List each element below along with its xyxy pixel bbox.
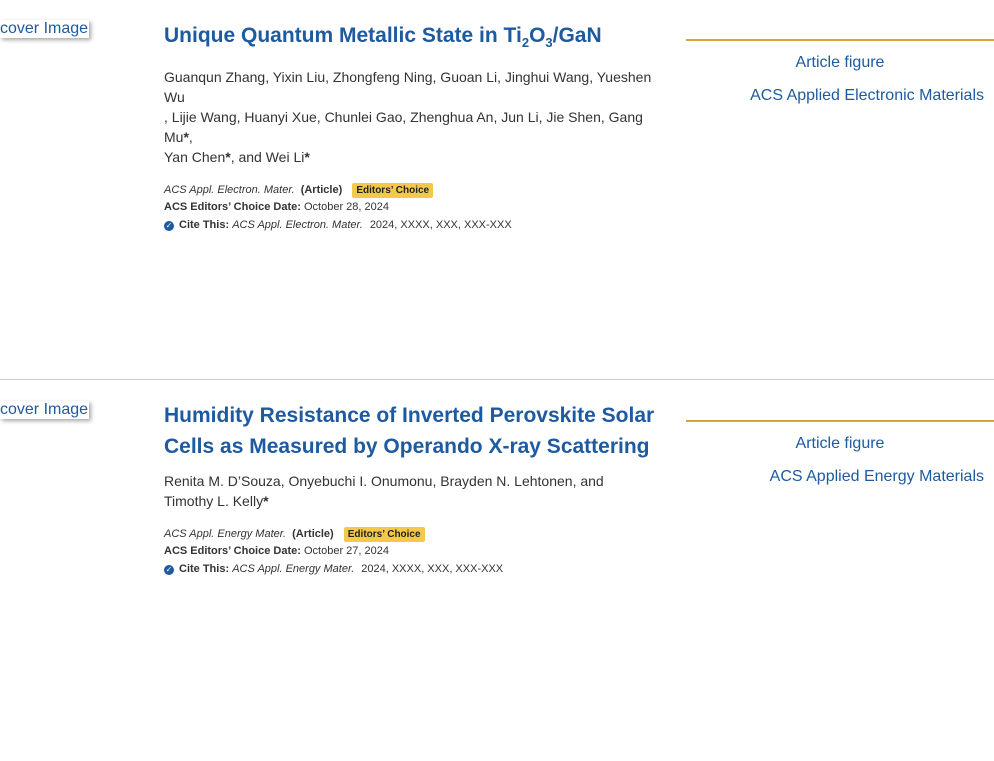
citation-line: ✓ Cite This: ACS Appl. Electron. Mater. 20…: [164, 219, 512, 231]
article-figure[interactable]: Article figure: [686, 53, 994, 73]
divider: [686, 39, 994, 41]
article-side: Article figure ACS Applied Electronic Ma…: [686, 39, 994, 106]
article-entry: cover Image Unique Quantum Metallic Stat…: [0, 0, 994, 380]
author-list: Guanqun Zhang, Yixin Liu, Zhongfeng Ning…: [164, 69, 652, 165]
editors-choice-date: ACS Editors’ Choice Date: October 28, 20…: [164, 201, 389, 213]
corresponding-author-mark: *: [263, 493, 269, 509]
author-list: Renita M. D’Souza, Onyebuchi I. Onumonu,…: [164, 473, 604, 509]
editors-choice-badge: Editors’ Choice: [343, 527, 425, 542]
cover-image[interactable]: cover Image: [0, 20, 90, 38]
article-entry: cover Image Humidity Resistance of Inver…: [0, 380, 994, 761]
journal-line: ACS Appl. Electron. Mater. (Article) Edi…: [164, 182, 664, 198]
cover-image[interactable]: cover Image: [0, 401, 90, 419]
verified-check-icon: ✓: [164, 221, 174, 231]
journal-cover-link[interactable]: ACS Applied Electronic Materials: [686, 86, 994, 106]
citation-line: ✓ Cite This: ACS Appl. Energy Mater. 2024,…: [164, 563, 504, 575]
article-figure[interactable]: Article figure: [686, 434, 994, 454]
journal-cover-link[interactable]: ACS Applied Energy Materials: [686, 467, 994, 487]
divider: [686, 420, 994, 422]
article-main: Humidity Resistance of Inverted Perovski…: [164, 400, 664, 578]
editors-choice-badge: Editors’ Choice: [352, 183, 434, 198]
article-title[interactable]: Unique Quantum Metallic State in Ti2O3/G…: [164, 20, 664, 51]
editors-choice-date: ACS Editors’ Choice Date: October 27, 20…: [164, 545, 389, 557]
verified-check-icon: ✓: [164, 565, 174, 575]
journal-line: ACS Appl. Energy Mater. (Article) Editor…: [164, 526, 664, 542]
corresponding-author-mark: *: [304, 149, 310, 165]
article-main: Unique Quantum Metallic State in Ti2O3/G…: [164, 20, 664, 234]
article-side: Article figure ACS Applied Energy Materi…: [686, 420, 994, 487]
article-title[interactable]: Humidity Resistance of Inverted Perovski…: [164, 400, 664, 462]
